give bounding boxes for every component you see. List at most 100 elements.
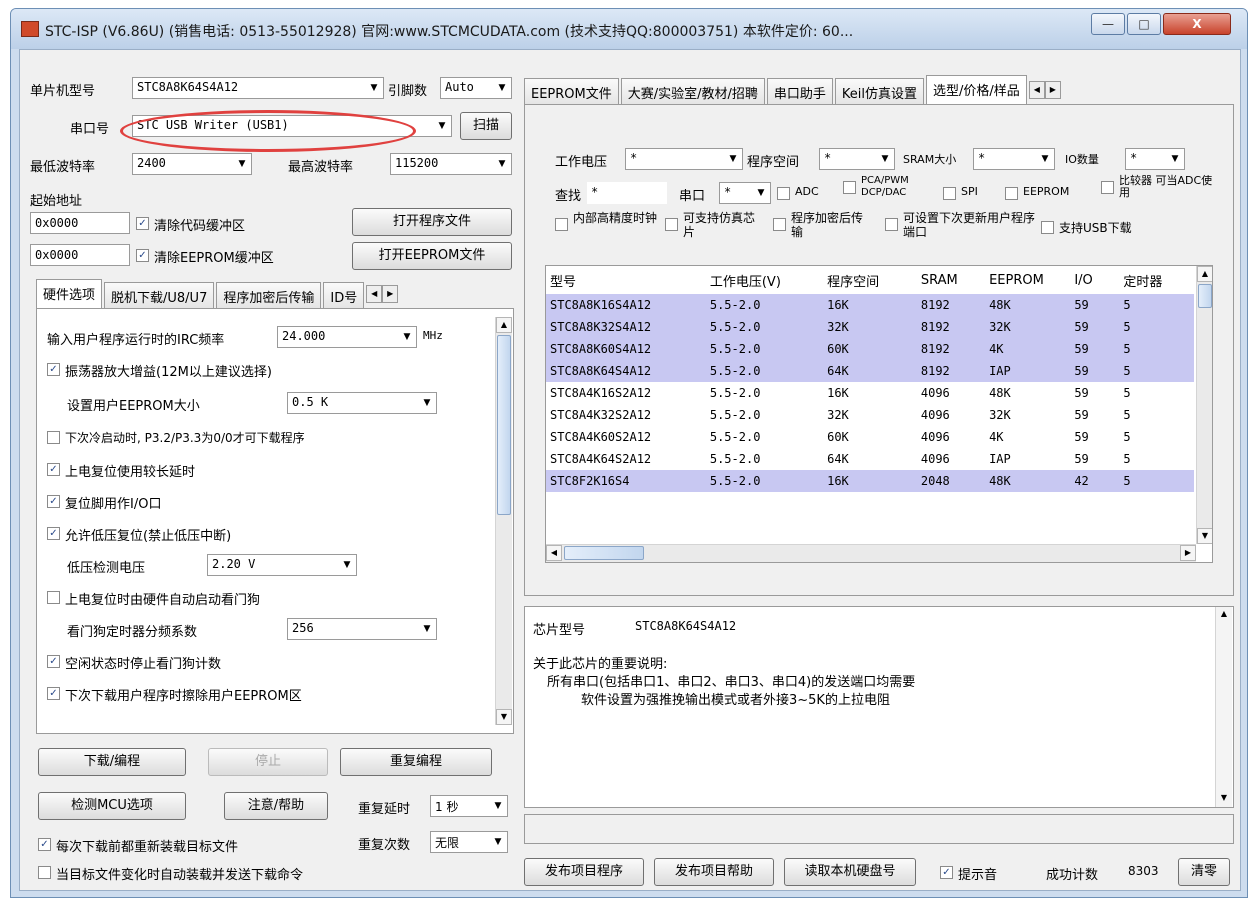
eeprom-addr-input[interactable]: 0x0000 — [30, 244, 130, 266]
stop-button[interactable]: 停止 — [208, 748, 328, 776]
scroll-up-icon[interactable]: ▲ — [496, 317, 512, 333]
internal-osc-checkbox[interactable]: 内部高精度时钟 — [555, 211, 659, 231]
pins-select[interactable]: Auto ▼ — [440, 77, 512, 99]
table-row[interactable]: STC8A4K16S2A12 5.5-2.0 16K 4096 48K 59 5 — [546, 382, 1194, 404]
eeprom-size-select[interactable]: 0.5 K ▼ — [287, 392, 437, 414]
idle-wdt-checkbox[interactable]: ✓ 空闲状态时停止看门狗计数 — [47, 653, 221, 672]
low-volt-select[interactable]: 2.20 V ▼ — [207, 554, 357, 576]
sram-select[interactable]: * ▼ — [973, 148, 1055, 170]
open-eeprom-button[interactable]: 打开EEPROM文件 — [352, 242, 512, 270]
table-row[interactable]: STC8F2K16S4 5.5-2.0 16K 2048 48K 42 5 — [546, 470, 1194, 492]
scroll-thumb[interactable] — [497, 335, 511, 515]
col-header[interactable]: I/O — [1070, 266, 1119, 294]
eeprom-checkbox[interactable]: EEPROM — [1005, 185, 1069, 200]
clear-count-button[interactable]: 清零 — [1178, 858, 1230, 886]
cold-boot-checkbox[interactable]: 下次冷启动时, P3.2/P3.3为0/0才可下载程序 — [47, 429, 305, 446]
sound-checkbox[interactable]: ✓ 提示音 — [940, 864, 997, 883]
col-header[interactable]: 定时器 — [1119, 266, 1194, 294]
col-header[interactable]: 工作电压(V) — [706, 266, 823, 294]
table-row[interactable]: STC8A8K32S4A12 5.5-2.0 32K 8192 32K 59 5 — [546, 316, 1194, 338]
col-header[interactable]: EEPROM — [985, 266, 1070, 294]
wdt-div-select[interactable]: 256 ▼ — [287, 618, 437, 640]
max-baud-select[interactable]: 115200 ▼ — [390, 153, 512, 175]
repeat-delay-select[interactable]: 1 秒 ▼ — [430, 795, 508, 817]
scroll-right-icon[interactable]: ▶ — [1180, 545, 1196, 561]
flash-select[interactable]: * ▼ — [819, 148, 895, 170]
col-header[interactable]: SRAM — [917, 266, 985, 294]
tab-scroll-left-icon[interactable]: ◀ — [366, 285, 383, 303]
spi-checkbox[interactable]: SPI — [943, 185, 978, 200]
col-header[interactable]: 型号 — [546, 266, 706, 294]
irc-freq-select[interactable]: 24.000 ▼ — [277, 326, 417, 348]
scroll-down-icon[interactable]: ▼ — [1216, 791, 1232, 807]
scroll-up-icon[interactable]: ▲ — [1197, 266, 1212, 282]
maximize-button[interactable]: □ — [1127, 13, 1161, 35]
comparator-checkbox[interactable]: 比较器 可当ADC使用 — [1101, 175, 1221, 199]
repeat-count-select[interactable]: 无限 ▼ — [430, 831, 508, 853]
scroll-up-icon[interactable]: ▲ — [1216, 607, 1232, 623]
tab-scroll-left-icon[interactable]: ◀ — [1028, 81, 1045, 99]
help-button[interactable]: 注意/帮助 — [224, 792, 328, 820]
encrypt-checkbox[interactable]: 程序加密后传输 — [773, 211, 873, 239]
min-baud-select[interactable]: 2400 ▼ — [132, 153, 252, 175]
tab-keil-settings[interactable]: Keil仿真设置 — [834, 78, 925, 105]
minimize-button[interactable]: — — [1091, 13, 1125, 35]
check-mcu-button[interactable]: 检测MCU选项 — [38, 792, 186, 820]
info-scrollbar[interactable]: ▲ ▼ — [1215, 607, 1232, 807]
mcu-type-select[interactable]: STC8A8K64S4A12 ▼ — [132, 77, 384, 99]
wdt-auto-checkbox[interactable]: 上电复位时由硬件自动启动看门狗 — [47, 589, 260, 608]
close-button[interactable]: X — [1163, 13, 1231, 35]
table-vscroll[interactable]: ▲ ▼ — [1196, 266, 1212, 544]
scan-button[interactable]: 扫描 — [460, 112, 512, 140]
clear-code-checkbox[interactable]: ✓ 清除代码缓冲区 — [136, 215, 245, 234]
clear-eeprom-checkbox[interactable]: ✓ 清除EEPROM缓冲区 — [136, 247, 274, 266]
tab-id[interactable]: ID号 — [323, 282, 365, 309]
tab-serial-assistant[interactable]: 串口助手 — [766, 78, 833, 105]
scroll-thumb[interactable] — [1198, 284, 1212, 308]
code-addr-input[interactable]: 0x0000 — [30, 212, 130, 234]
tab-offline-download[interactable]: 脱机下载/U8/U7 — [104, 282, 215, 309]
reload-checkbox[interactable]: ✓ 每次下载前都重新装载目标文件 — [38, 836, 238, 855]
table-row[interactable]: STC8A8K16S4A12 5.5-2.0 16K 8192 48K 59 5 — [546, 294, 1194, 316]
download-button[interactable]: 下载/编程 — [38, 748, 186, 776]
osc-gain-checkbox[interactable]: ✓ 振荡器放大增益(12M以上建议选择) — [47, 361, 272, 380]
tab-hardware-options[interactable]: 硬件选项 — [36, 279, 103, 309]
tab-eeprom-file[interactable]: EEPROM文件 — [524, 78, 619, 105]
low-volt-reset-checkbox[interactable]: ✓ 允许低压复位(禁止低压中断) — [47, 525, 231, 544]
table-row[interactable]: STC8A8K60S4A12 5.5-2.0 60K 8192 4K 59 5 — [546, 338, 1194, 360]
pca-checkbox[interactable]: PCA/PWM DCP/DAC — [843, 175, 919, 199]
table-row[interactable]: STC8A4K32S2A12 5.5-2.0 32K 4096 32K 59 5 — [546, 404, 1194, 426]
reset-io-checkbox[interactable]: ✓ 复位脚用作I/O口 — [47, 493, 161, 512]
reprogram-button[interactable]: 重复编程 — [340, 748, 492, 776]
scroll-thumb[interactable] — [564, 546, 644, 560]
search-input[interactable]: * — [587, 182, 667, 204]
tab-encrypted-transfer[interactable]: 程序加密后传输 — [216, 282, 322, 309]
io-select[interactable]: * ▼ — [1125, 148, 1185, 170]
publish-button[interactable]: 发布项目程序 — [524, 858, 644, 886]
sim-chip-checkbox[interactable]: 可支持仿真芯片 — [665, 211, 761, 239]
scroll-left-icon[interactable]: ◀ — [546, 545, 562, 561]
adc-checkbox[interactable]: ADC — [777, 185, 819, 200]
scroll-down-icon[interactable]: ▼ — [496, 709, 512, 725]
uart-select[interactable]: * ▼ — [719, 182, 771, 204]
usb-download-checkbox[interactable]: 支持USB下载 — [1041, 219, 1132, 236]
read-id-button[interactable]: 读取本机硬盘号 — [784, 858, 916, 886]
tab-scroll-right-icon[interactable]: ▶ — [1044, 81, 1061, 99]
long-reset-checkbox[interactable]: ✓ 上电复位使用较长延时 — [47, 461, 195, 480]
table-row[interactable]: STC8A4K60S2A12 5.5-2.0 60K 4096 4K 59 5 — [546, 426, 1194, 448]
voltage-select[interactable]: * ▼ — [625, 148, 743, 170]
col-header[interactable]: 程序空间 — [823, 266, 917, 294]
table-hscroll[interactable]: ◀ ▶ — [546, 544, 1196, 562]
tab-scroll-right-icon[interactable]: ▶ — [382, 285, 399, 303]
table-row[interactable]: STC8A8K64S4A12 5.5-2.0 64K 8192 IAP 59 5 — [546, 360, 1194, 382]
publish-help-button[interactable]: 发布项目帮助 — [654, 858, 774, 886]
open-program-button[interactable]: 打开程序文件 — [352, 208, 512, 236]
scroll-down-icon[interactable]: ▼ — [1197, 528, 1212, 544]
tab-selection-price[interactable]: 选型/价格/样品 — [926, 75, 1027, 105]
table-row[interactable]: STC8A4K64S2A12 5.5-2.0 64K 4096 IAP 59 5 — [546, 448, 1194, 470]
options-scrollbar[interactable]: ▲ ▼ — [495, 317, 512, 725]
auto-send-checkbox[interactable]: 当目标文件变化时自动装载并发送下载命令 — [38, 864, 303, 883]
tab-contest[interactable]: 大赛/实验室/教材/招聘 — [620, 78, 765, 105]
clear-user-eeprom-checkbox[interactable]: ✓ 下次下载用户程序时擦除用户EEPROM区 — [47, 685, 302, 704]
user-prog-port-checkbox[interactable]: 可设置下次更新用户程序端口 — [885, 211, 1035, 239]
